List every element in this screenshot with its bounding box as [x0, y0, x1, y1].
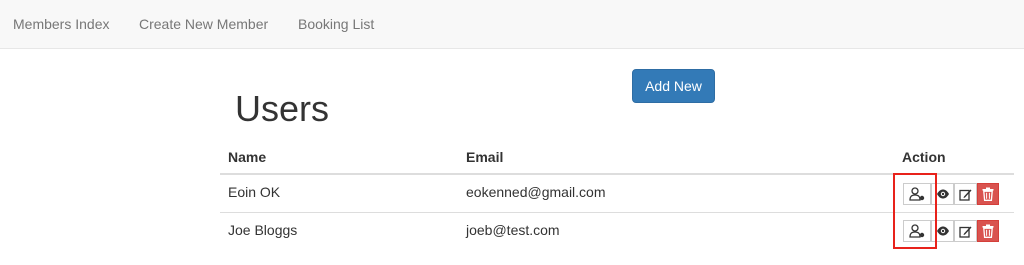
user-assign-icon: [909, 187, 925, 201]
eye-icon: [936, 189, 949, 199]
edit-icon: [959, 189, 972, 201]
column-header-email: Email: [466, 149, 504, 165]
member-name-cell: Eoin OK: [228, 184, 281, 200]
nav-booking-list[interactable]: Booking List: [298, 16, 374, 32]
assign-user-button[interactable]: [903, 220, 931, 242]
trash-icon: [982, 224, 994, 238]
assign-user-button[interactable]: [903, 183, 931, 205]
column-header-action: Action: [902, 149, 946, 165]
member-email-cell: joeb@test.com: [466, 222, 560, 238]
trash-icon: [982, 187, 994, 201]
table-header-divider: [220, 173, 1014, 175]
column-header-name: Name: [228, 149, 267, 165]
nav-create-new-member[interactable]: Create New Member: [139, 16, 268, 32]
delete-button[interactable]: [977, 220, 999, 242]
nav-members-index[interactable]: Members Index: [13, 16, 109, 32]
view-button[interactable]: [931, 183, 954, 205]
row-divider: [220, 212, 1014, 213]
edit-icon: [959, 226, 972, 238]
delete-button[interactable]: [977, 183, 999, 205]
member-email-cell: eokenned@gmail.com: [466, 184, 606, 200]
view-button[interactable]: [931, 220, 954, 242]
add-new-button[interactable]: Add New: [632, 69, 715, 103]
user-assign-icon: [909, 224, 925, 238]
edit-button[interactable]: [954, 183, 977, 205]
top-navbar: Members Index Create New Member Booking …: [0, 0, 1024, 49]
edit-button[interactable]: [954, 220, 977, 242]
eye-icon: [936, 226, 949, 236]
member-name-cell: Joe Bloggs: [228, 222, 298, 238]
page-title: Users: [235, 88, 330, 129]
